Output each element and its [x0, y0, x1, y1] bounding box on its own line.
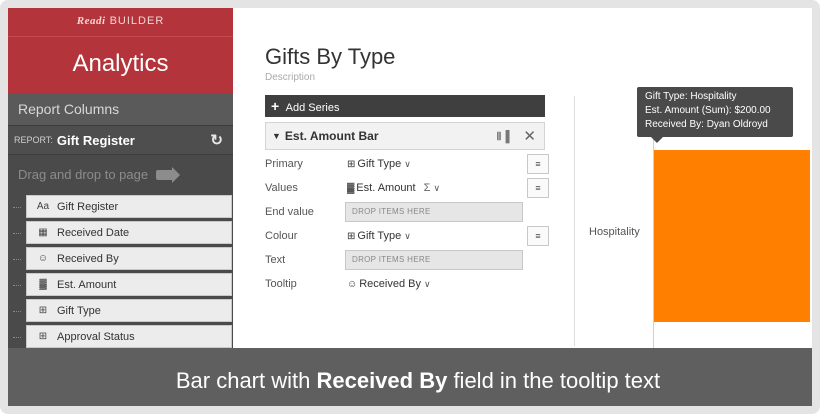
values-value: Est. Amount — [356, 182, 416, 194]
measure-icon: ▓ — [39, 279, 47, 290]
field-list: Aa Gift Register ▦ Received Date ☺ Recei… — [8, 195, 233, 348]
values-field-dropdown[interactable]: ▓ Est. Amount Σ ∨ — [347, 182, 440, 194]
plus-icon: + — [271, 98, 280, 114]
section-title: Report Columns — [8, 94, 233, 125]
drag-arrow-icon — [156, 167, 181, 183]
brand-suffix: BUILDER — [109, 15, 165, 27]
prop-label: Text — [265, 254, 286, 266]
caption-banner: Bar chart with Received By field in the … — [8, 348, 812, 406]
person-icon: ☺ — [347, 279, 358, 290]
tooltip-field-dropdown[interactable]: ☺ Received By ∨ — [347, 278, 431, 290]
description-field[interactable]: Description — [265, 72, 315, 83]
field-label: Received By — [57, 252, 119, 265]
field-label: Est. Amount — [57, 278, 117, 291]
table-icon: ⊞ — [347, 159, 356, 170]
series-properties: Primary ⊞ Gift Type ∨ ≡ Values ▓ Est. Amoun… — [265, 154, 555, 298]
field-item-gift-register[interactable]: Aa Gift Register — [13, 195, 232, 218]
table-icon: ⊞ — [38, 331, 48, 342]
tooltip-value: Received By — [359, 278, 421, 290]
table-icon: ⊞ — [38, 305, 48, 316]
prop-primary: Primary ⊞ Gift Type ∨ ≡ — [265, 154, 555, 178]
app-title: Analytics — [8, 36, 233, 94]
field-item-est-amount[interactable]: ▓ Est. Amount — [13, 273, 232, 296]
prop-label: Primary — [265, 158, 303, 170]
calendar-icon: ▦ — [38, 227, 48, 238]
text-dropzone[interactable]: DROP ITEMS HERE — [345, 250, 523, 270]
colour-field-dropdown[interactable]: ⊞ Gift Type ∨ — [347, 230, 411, 242]
field-options-button[interactable]: ≡ — [527, 178, 549, 198]
app-frame: Readi BUILDER Analytics Report Columns R… — [0, 0, 820, 414]
chevron-down-icon: ∨ — [433, 183, 441, 193]
table-icon: ⊞ — [347, 231, 356, 242]
drag-hint: Drag and drop to page — [8, 155, 233, 195]
brand-name: Readi — [76, 15, 106, 27]
prop-label: Values — [265, 182, 298, 194]
prop-label: Tooltip — [265, 278, 297, 290]
prop-values: Values ▓ Est. Amount Σ ∨ ≡ — [265, 178, 555, 202]
drag-hint-text: Drag and drop to page — [18, 167, 149, 182]
sum-icon[interactable]: Σ — [424, 182, 431, 194]
chevron-down-icon: ∨ — [423, 279, 431, 289]
series-header[interactable]: ▼ Est. Amount Bar Ⅱ▐ ✕ — [265, 122, 545, 150]
prop-end-value: End value DROP ITEMS HERE — [265, 202, 555, 226]
brand-logo: Readi BUILDER — [8, 8, 233, 36]
field-options-button[interactable]: ≡ — [527, 154, 549, 174]
end-value-dropzone[interactable]: DROP ITEMS HERE — [345, 202, 523, 222]
caption-text-after: field in the tooltip text — [447, 368, 661, 393]
tooltip-line-gift-type: Gift Type: Hospitality — [645, 91, 737, 102]
report-name: Gift Register — [56, 132, 135, 148]
chevron-down-icon: ∨ — [404, 231, 411, 241]
close-icon[interactable]: ✕ — [523, 127, 536, 145]
bar-chart-icon[interactable]: Ⅱ▐ — [496, 130, 509, 143]
report-prefix: REPORT: — [14, 135, 53, 145]
field-item-received-by[interactable]: ☺ Received By — [13, 247, 232, 270]
person-icon: ☺ — [37, 253, 49, 264]
tooltip-line-received-by: Received By: Dyan Oldroyd — [645, 119, 768, 130]
chevron-down-icon: ∨ — [404, 159, 411, 169]
prop-label: End value — [265, 206, 314, 218]
chart-bar-hospitality[interactable] — [654, 150, 810, 322]
field-label: Received Date — [57, 226, 130, 239]
caption-text-before: Bar chart with — [175, 368, 317, 393]
colour-value: Gift Type — [357, 230, 402, 242]
collapse-triangle-icon[interactable]: ▼ — [272, 131, 281, 141]
field-item-gift-type[interactable]: ⊞ Gift Type — [13, 299, 232, 322]
add-series-button[interactable]: + Add Series — [265, 95, 545, 117]
text-field-icon: Aa — [36, 201, 50, 212]
primary-value: Gift Type — [357, 158, 402, 170]
add-series-label: Add Series — [285, 102, 340, 114]
measure-icon: ▓ — [347, 183, 355, 194]
prop-text: Text DROP ITEMS HERE — [265, 250, 555, 274]
chart-tooltip: Gift Type: Hospitality Est. Amount (Sum)… — [637, 87, 793, 143]
tooltip-line-amount: Est. Amount (Sum): $200.00 — [645, 105, 771, 116]
field-label: Gift Type — [57, 304, 101, 317]
category-label: Hospitality — [589, 226, 640, 238]
page-title[interactable]: Gifts By Type — [265, 44, 395, 70]
field-item-approval-status[interactable]: ⊞ Approval Status — [13, 325, 232, 348]
panel-divider — [574, 96, 575, 346]
main-panel: Gifts By Type Description + Add Series ▼… — [233, 8, 812, 348]
field-item-received-date[interactable]: ▦ Received Date — [13, 221, 232, 244]
field-options-button[interactable]: ≡ — [527, 226, 549, 246]
refresh-icon[interactable]: ↻ — [210, 131, 223, 149]
prop-label: Colour — [265, 230, 298, 242]
prop-tooltip: Tooltip ☺ Received By ∨ — [265, 274, 555, 298]
field-label: Gift Register — [57, 200, 119, 213]
caption-text-bold: Received By — [316, 368, 448, 393]
primary-field-dropdown[interactable]: ⊞ Gift Type ∨ — [347, 158, 411, 170]
series-name: Est. Amount Bar — [284, 129, 379, 143]
field-label: Approval Status — [57, 330, 135, 343]
prop-colour: Colour ⊞ Gift Type ∨ ≡ — [265, 226, 555, 250]
report-selector[interactable]: REPORT: Gift Register ↻ — [8, 125, 233, 155]
